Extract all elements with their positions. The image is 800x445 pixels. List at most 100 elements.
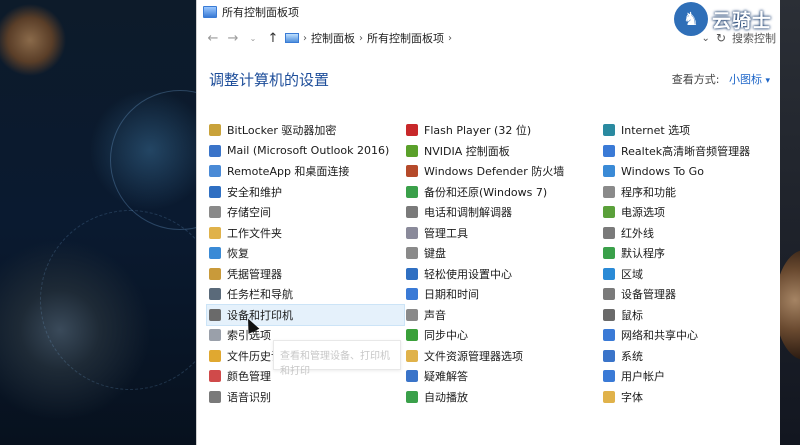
control-panel-item[interactable]: Windows To Go	[601, 161, 777, 182]
control-panel-item[interactable]: 红外线	[601, 223, 777, 244]
control-panel-item[interactable]: 默认程序	[601, 243, 777, 264]
control-panel-item[interactable]: RemoteApp 和桌面连接	[207, 161, 404, 182]
color-icon	[209, 370, 221, 383]
control-panel-item-label: 语音识别	[227, 390, 271, 404]
control-panel-item[interactable]: 声音	[404, 305, 601, 326]
control-panel-item-label: 键盘	[424, 247, 446, 261]
control-panel-item[interactable]: 字体	[601, 387, 777, 408]
control-panel-window: 所有控制面板项 ♞ 云骑士 ← → ⌄ ↑ › 控制面板 › 所有控制面板项 ›…	[196, 0, 780, 445]
up-arrow-icon[interactable]: ↑	[263, 28, 283, 48]
control-panel-item-label: Realtek高清晰音频管理器	[621, 144, 751, 158]
nvidia-icon	[406, 144, 418, 157]
control-panel-item[interactable]: 用户帐户	[601, 366, 777, 387]
back-arrow-icon[interactable]: ←	[203, 28, 223, 48]
control-panel-item[interactable]: 恢复	[207, 243, 404, 264]
flash-icon	[406, 124, 418, 137]
view-by: 查看方式: 小图标 ▾	[672, 71, 770, 87]
control-panel-item[interactable]: NVIDIA 控制面板	[404, 141, 601, 162]
control-panel-item[interactable]: 网络和共享中心	[601, 325, 777, 346]
control-panel-item-label: 自动播放	[424, 390, 468, 404]
breadcrumb-all-items[interactable]: 所有控制面板项	[367, 30, 444, 46]
forward-arrow-icon[interactable]: →	[223, 28, 243, 48]
control-panel-item-label: 鼠标	[621, 308, 643, 322]
control-panel-item[interactable]: 自动播放	[404, 387, 601, 408]
control-panel-item[interactable]: 系统	[601, 346, 777, 367]
control-panel-item[interactable]: 语音识别	[207, 387, 404, 408]
control-panel-item[interactable]: 凭据管理器	[207, 264, 404, 285]
control-panel-item[interactable]: 轻松使用设置中心	[404, 264, 601, 285]
control-panel-item[interactable]: 电源选项	[601, 202, 777, 223]
tooltip: 查看和管理设备、打印机和打印	[273, 340, 401, 377]
control-panel-item[interactable]: BitLocker 驱动器加密	[207, 120, 404, 141]
control-panel-item[interactable]: 设备管理器	[601, 284, 777, 305]
recent-locations-chevron-icon[interactable]: ⌄	[243, 28, 263, 48]
address-right-controls: ⌄ ↻ 搜索控制	[702, 30, 776, 46]
control-panel-item-label: 设备和打印机	[227, 308, 293, 322]
device-manager-icon	[603, 288, 615, 301]
control-panel-item[interactable]: 键盘	[404, 243, 601, 264]
address-dropdown-icon[interactable]: ⌄	[702, 33, 710, 44]
decorative-ring	[40, 210, 220, 390]
page-title: 调整计算机的设置	[209, 70, 330, 89]
ease-access-icon	[406, 267, 418, 280]
control-panel-item[interactable]: 文件资源管理器选项	[404, 346, 601, 367]
control-panel-item[interactable]: Realtek高清晰音频管理器	[601, 141, 777, 162]
control-panel-item[interactable]: Flash Player (32 位)	[404, 120, 601, 141]
windows-to-go-icon	[603, 165, 615, 178]
folder-options-icon	[406, 349, 418, 362]
credential-icon	[209, 267, 221, 280]
control-panel-item-label: 设备管理器	[621, 288, 676, 302]
breadcrumb-separator-icon[interactable]: ›	[303, 33, 307, 44]
control-panel-item[interactable]: 管理工具	[404, 223, 601, 244]
address-bar[interactable]: › 控制面板 › 所有控制面板项 ›	[285, 28, 725, 48]
control-panel-item[interactable]: 备份和还原(Windows 7)	[404, 182, 601, 203]
control-panel-item[interactable]: 疑难解答	[404, 366, 601, 387]
control-panel-item[interactable]: 鼠标	[601, 305, 777, 326]
control-panel-item[interactable]: 任务栏和导航	[207, 284, 404, 305]
view-by-label: 查看方式:	[671, 73, 720, 86]
control-panel-item-label: 疑难解答	[424, 370, 468, 384]
watermark-text: 云骑士	[711, 9, 772, 32]
taskbar-icon	[209, 288, 221, 301]
autoplay-icon	[406, 390, 418, 403]
index-icon	[209, 329, 221, 342]
control-panel-item[interactable]: 日期和时间	[404, 284, 601, 305]
microphone-icon	[209, 390, 221, 403]
work-folder-icon	[209, 226, 221, 239]
control-panel-item[interactable]: Windows Defender 防火墙	[404, 161, 601, 182]
control-panel-item-label: Mail (Microsoft Outlook 2016)	[227, 144, 390, 158]
control-panel-item-label: 电源选项	[621, 206, 665, 220]
breadcrumb-control-panel[interactable]: 控制面板	[311, 30, 355, 46]
internet-icon	[603, 124, 615, 137]
control-panel-item-label: 工作文件夹	[227, 226, 282, 240]
control-panel-item[interactable]: 存储空间	[207, 202, 404, 223]
control-panel-item-label: 字体	[621, 390, 643, 404]
control-panel-item-label: 凭据管理器	[227, 267, 282, 281]
control-panel-item-label: BitLocker 驱动器加密	[227, 124, 337, 138]
control-panel-item-label: Windows Defender 防火墙	[424, 165, 565, 179]
keyboard-icon	[406, 247, 418, 260]
control-panel-item-label: 网络和共享中心	[621, 329, 698, 343]
power-icon	[603, 206, 615, 219]
search-input[interactable]: 搜索控制	[732, 30, 776, 46]
control-panel-item-label: NVIDIA 控制面板	[424, 144, 510, 158]
control-panel-item[interactable]: 设备和打印机	[206, 303, 405, 326]
breadcrumb-separator-icon[interactable]: ›	[359, 33, 363, 44]
control-panel-item[interactable]: 程序和功能	[601, 182, 777, 203]
control-panel-item[interactable]: 电话和调制解调器	[404, 202, 601, 223]
mail-icon	[209, 144, 221, 157]
remoteapp-icon	[209, 165, 221, 178]
control-panel-item[interactable]: 同步中心	[404, 325, 601, 346]
control-panel-item-label: 用户帐户	[621, 370, 665, 384]
view-dropdown-chevron-icon[interactable]: ▾	[765, 76, 770, 86]
refresh-icon[interactable]: ↻	[716, 31, 726, 45]
control-panel-item-label: 文件资源管理器选项	[424, 349, 523, 363]
control-panel-item[interactable]: Internet 选项	[601, 120, 777, 141]
control-panel-item[interactable]: 区域	[601, 264, 777, 285]
control-panel-item-label: RemoteApp 和桌面连接	[227, 165, 350, 179]
control-panel-item[interactable]: Mail (Microsoft Outlook 2016)	[207, 141, 404, 162]
control-panel-item[interactable]: 安全和维护	[207, 182, 404, 203]
breadcrumb-separator-icon[interactable]: ›	[448, 33, 452, 44]
view-by-dropdown[interactable]: 小图标	[729, 73, 762, 86]
control-panel-item[interactable]: 工作文件夹	[207, 223, 404, 244]
